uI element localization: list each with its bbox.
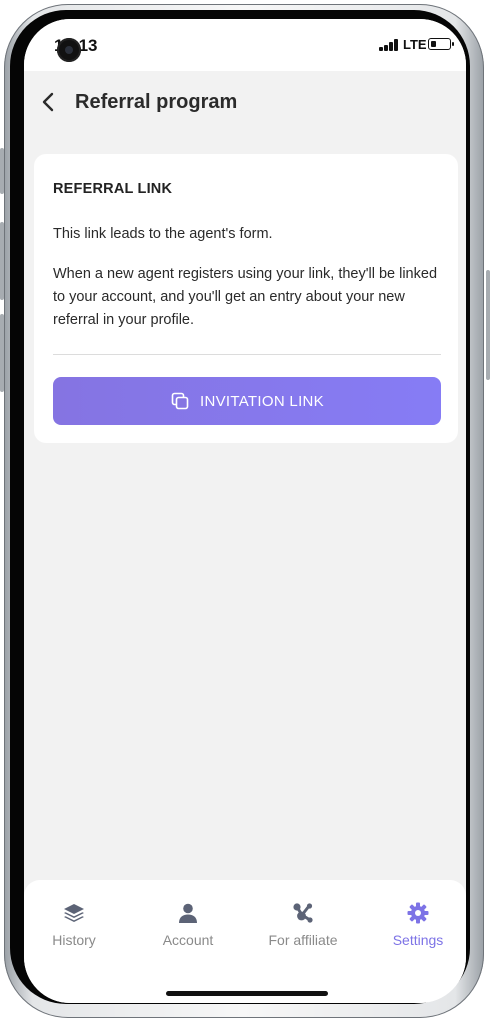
page-title: Referral program [75,91,238,113]
gear-icon [407,902,429,924]
tab-label-for-affiliate: For affiliate [268,932,338,948]
side-button-volume-up [0,222,4,300]
side-button-volume-down [0,314,4,392]
referral-link-card: REFERRAL LINK This link leads to the age… [34,154,458,443]
battery-icon [428,38,454,50]
network-icon [293,903,313,923]
status-bar: 10:13 LTE [24,19,466,71]
front-camera [57,38,81,62]
invitation-link-label: INVITATION LINK [200,392,324,410]
app-screen: 10:13 LTE Referral program REFERRAL LINK… [24,19,466,1003]
battery-level [430,40,437,47]
tab-label-account: Account [162,932,214,948]
tab-label-settings: Settings [392,932,444,948]
card-divider [53,354,441,355]
bottom-tab-bar: History Account For affiliate Settings [24,880,466,1003]
person-icon [179,903,197,923]
cellular-signal-icon [379,39,399,51]
nav-header: Referral program [24,71,466,135]
card-description-referral: When a new agent registers using your li… [53,266,438,328]
copy-icon [171,392,189,410]
side-button-mute [0,148,4,194]
tab-for-affiliate[interactable]: For affiliate [248,896,358,952]
card-description-link: This link leads to the agent's form. [53,226,273,242]
card-title: REFERRAL LINK [53,181,173,197]
home-indicator[interactable] [166,991,328,996]
tab-settings[interactable]: Settings [363,896,466,952]
layers-icon [64,904,84,922]
tab-history[interactable]: History [24,896,129,952]
tab-account[interactable]: Account [133,896,243,952]
tab-label-history: History [52,932,96,948]
network-type: LTE [403,37,427,52]
chevron-left-icon[interactable] [38,91,60,113]
invitation-link-button[interactable]: INVITATION LINK [53,377,441,425]
side-button-power [486,270,490,380]
